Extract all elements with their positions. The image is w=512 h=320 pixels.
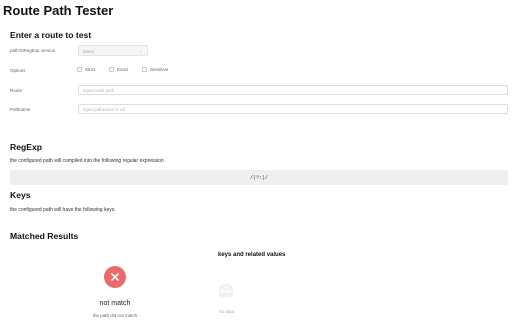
pathname-label: Pathname <box>10 107 31 112</box>
strict-checkbox-box[interactable] <box>77 67 82 72</box>
exact-checkbox-label: Exact <box>117 67 129 72</box>
sensitive-checkbox-label: Sensitive <box>150 67 169 72</box>
empty-box-icon <box>218 284 234 298</box>
strict-checkbox[interactable]: Strict <box>77 67 95 72</box>
version-select[interactable]: latest ⌄ <box>78 45 148 56</box>
regexp-description: the configured path will compiled into t… <box>10 158 164 164</box>
pathname-input[interactable] <box>78 104 508 114</box>
strict-checkbox-label: Strict <box>85 67 96 72</box>
match-status-detail: the path did not match <box>92 313 138 318</box>
key-values-heading: keys and related values <box>218 252 286 258</box>
results-heading: Matched Results <box>10 231 79 241</box>
regexp-value: /(?:)/ <box>249 174 268 181</box>
route-label: Route <box>10 88 23 93</box>
route-input[interactable] <box>78 85 508 95</box>
exact-checkbox-box[interactable] <box>109 67 114 72</box>
keys-description: the configured path will have the follow… <box>10 207 116 213</box>
chevron-down-icon: ⌄ <box>138 47 143 54</box>
page-title: Route Path Tester <box>3 3 114 18</box>
regexp-output: /(?:)/ <box>10 170 508 185</box>
options-label: Options <box>10 68 26 73</box>
sensitive-checkbox-box[interactable] <box>142 67 147 72</box>
empty-state-label: no data <box>219 309 235 314</box>
keys-heading: Keys <box>10 190 31 200</box>
regexp-heading: RegExp <box>10 142 42 152</box>
match-status: not match <box>99 300 131 307</box>
version-label: pathToRegExp version <box>10 48 56 53</box>
exact-checkbox[interactable]: Exact <box>109 67 128 72</box>
form-heading: Enter a route to test <box>10 30 92 40</box>
close-icon <box>104 266 126 288</box>
sensitive-checkbox[interactable]: Sensitive <box>142 67 168 72</box>
version-select-value: latest <box>83 48 94 54</box>
